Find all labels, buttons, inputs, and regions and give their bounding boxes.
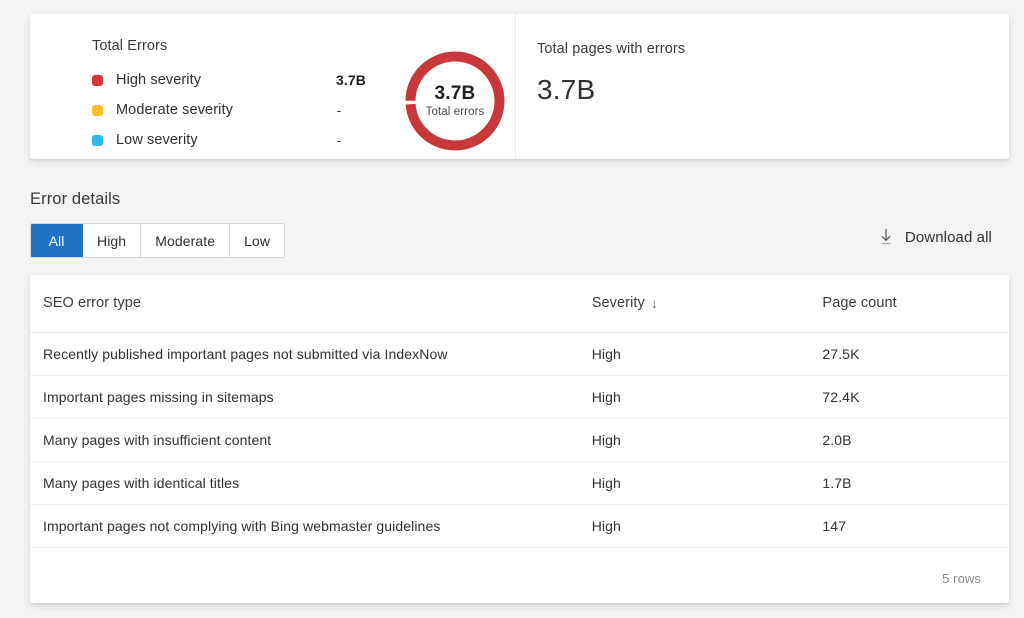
table-row[interactable]: Many pages with insufficient content Hig… xyxy=(30,418,1009,462)
legend-row-high: High severity 3.7B xyxy=(92,65,372,95)
cell-severity: High xyxy=(591,332,823,376)
total-errors-donut-chart: 3.7B Total errors xyxy=(405,51,505,151)
column-header-seo-error-type-label: SEO error type xyxy=(43,295,142,312)
row-count-label: 5 rows xyxy=(942,571,981,586)
legend-value-high: 3.7B xyxy=(336,72,366,88)
summary-card: Total Errors High severity 3.7B Moderate… xyxy=(30,14,1009,159)
moderate-severity-swatch-icon xyxy=(92,104,103,116)
table-row[interactable]: Many pages with identical titles High 1.… xyxy=(30,461,1009,505)
seo-error-report-page: Total Errors High severity 3.7B Moderate… xyxy=(0,0,1024,618)
cell-page-count: 2.0B xyxy=(822,418,1009,462)
legend-label-high: High severity xyxy=(116,72,202,88)
legend-label-moderate: Moderate severity xyxy=(116,102,233,118)
table-row[interactable]: Important pages not complying with Bing … xyxy=(30,504,1009,548)
column-header-severity[interactable]: Severity ↓ xyxy=(591,275,823,333)
tab-moderate[interactable]: Moderate xyxy=(141,224,231,257)
cell-page-count: 27.5K xyxy=(822,332,1009,376)
donut-total-caption: Total errors xyxy=(425,105,485,118)
tab-high[interactable]: High xyxy=(83,224,142,257)
total-errors-panel: Total Errors High severity 3.7B Moderate… xyxy=(30,14,516,159)
column-header-severity-label: Severity xyxy=(591,295,645,312)
error-details-table-card: SEO error type Severity ↓ Page count Rece… xyxy=(30,275,1009,603)
download-icon xyxy=(881,229,891,245)
table-row[interactable]: Important pages missing in sitemaps High… xyxy=(30,375,1009,419)
error-details-table: SEO error type Severity ↓ Page count Rece… xyxy=(30,275,1009,548)
cell-error-type: Many pages with insufficient content xyxy=(30,418,592,462)
table-row-count-footer: 5 rows xyxy=(30,548,1009,604)
table-header-row: SEO error type Severity ↓ Page count xyxy=(30,275,1009,333)
cell-page-count: 147 xyxy=(822,504,1009,548)
legend-value-low: - xyxy=(336,132,342,148)
cell-severity: High xyxy=(591,461,823,505)
cell-error-type: Important pages missing in sitemaps xyxy=(30,375,592,419)
cell-page-count: 72.4K xyxy=(822,375,1009,419)
column-header-page-count-label: Page count xyxy=(822,295,897,312)
total-pages-with-errors-panel: Total pages with errors 3.7B xyxy=(516,14,1009,159)
legend-value-moderate: - xyxy=(336,102,342,118)
column-header-page-count[interactable]: Page count xyxy=(822,275,1009,333)
table-row[interactable]: Recently published important pages not s… xyxy=(30,332,1009,376)
total-pages-title: Total pages with errors xyxy=(537,41,686,57)
low-severity-swatch-icon xyxy=(92,134,103,146)
cell-error-type: Recently published important pages not s… xyxy=(30,332,592,376)
severity-legend: Total Errors High severity 3.7B Moderate… xyxy=(92,38,372,155)
legend-row-low: Low severity - xyxy=(92,125,372,155)
cell-severity: High xyxy=(591,418,823,462)
total-errors-title: Total Errors xyxy=(92,38,168,54)
legend-label-low: Low severity xyxy=(116,132,198,148)
cell-error-type: Important pages not complying with Bing … xyxy=(30,504,592,548)
download-all-button[interactable]: Download all xyxy=(878,228,992,246)
error-details-heading: Error details xyxy=(30,190,121,208)
cell-page-count: 1.7B xyxy=(822,461,1009,505)
high-severity-swatch-icon xyxy=(92,74,103,86)
donut-total-value: 3.7B xyxy=(434,83,476,105)
severity-filter-tabs: All High Moderate Low xyxy=(30,223,286,258)
total-pages-value: 3.7B xyxy=(537,74,596,105)
legend-row-moderate: Moderate severity - xyxy=(92,95,372,125)
tab-low[interactable]: Low xyxy=(230,224,285,257)
cell-severity: High xyxy=(591,504,823,548)
donut-center-label: 3.7B Total errors xyxy=(405,51,505,151)
download-all-label: Download all xyxy=(904,228,992,246)
cell-error-type: Many pages with identical titles xyxy=(30,461,592,505)
tab-all[interactable]: All xyxy=(31,224,83,257)
cell-severity: High xyxy=(591,375,823,419)
column-header-seo-error-type[interactable]: SEO error type xyxy=(30,275,592,333)
sort-descending-arrow-icon: ↓ xyxy=(650,295,659,312)
